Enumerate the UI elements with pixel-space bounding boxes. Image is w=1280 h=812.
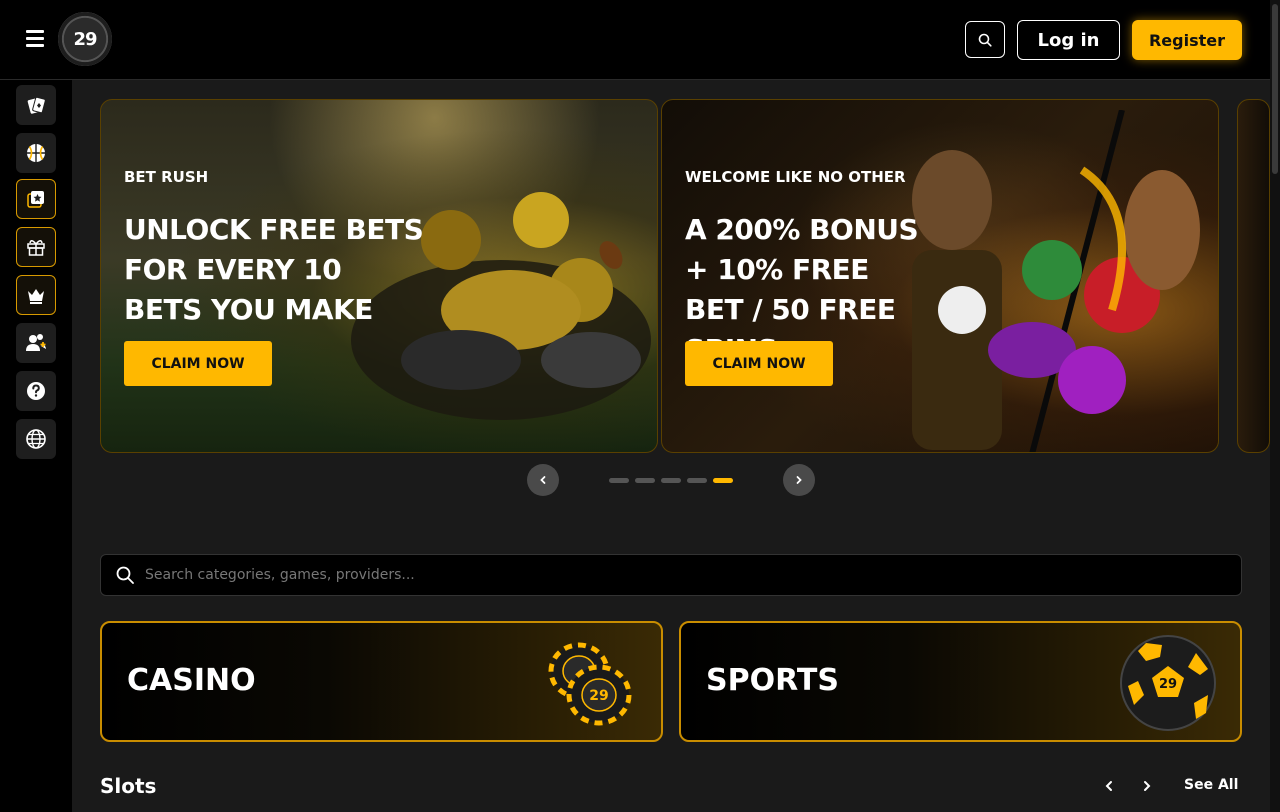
category-card-casino[interactable]: CASINO 29 [100,621,663,742]
scrollbar-thumb[interactable] [1272,4,1278,174]
carousel-prev-button[interactable] [527,464,559,496]
refer-friend-icon [26,334,46,351]
category-label: SPORTS [706,663,839,698]
claim-now-button[interactable]: CLAIM NOW [685,341,833,386]
casino-chips-icon: 29 [548,642,632,726]
sidebar-item-casino[interactable] [16,85,56,125]
carousel-dot[interactable] [635,478,655,483]
game-search-input[interactable] [145,563,1225,587]
carousel-dot[interactable] [609,478,629,483]
banner-eyebrow: WELCOME LIKE NO OTHER [685,168,906,186]
sidebar-item-refer-friend[interactable] [16,323,56,363]
page-scrollbar[interactable] [1270,0,1280,812]
crown-icon [28,289,44,304]
chevron-right-icon [796,476,802,484]
top-header: 29 Log in Register [0,0,1280,80]
sidebar-item-promotions[interactable] [16,227,56,267]
cards-icon [27,96,46,114]
sidebar-item-sports[interactable] [16,133,56,173]
category-label: CASINO [127,663,256,698]
logo-text: 29 [73,28,97,50]
carousel-dot[interactable] [661,478,681,483]
carousel-dot-active[interactable] [713,478,733,483]
help-icon [27,382,45,400]
section-title-slots: Slots [100,774,157,798]
carousel-dot[interactable] [687,478,707,483]
svg-text:29: 29 [1159,677,1177,692]
svg-text:29: 29 [589,688,608,704]
promo-banner-bet-rush[interactable]: BET RUSH UNLOCK FREE BETS FOR EVERY 10 B… [100,99,658,453]
category-card-sports[interactable]: SPORTS 29 [679,621,1242,742]
chevron-right-icon [1144,781,1151,791]
promo-banner-next-peek[interactable] [1237,99,1270,453]
slots-next-button[interactable] [1137,776,1157,796]
claim-now-button[interactable]: CLAIM NOW [124,341,272,386]
chevron-left-icon [1105,781,1112,791]
see-all-link[interactable]: See All [1184,777,1238,793]
basketball-icon [27,144,45,162]
sidebar-item-vip[interactable] [16,275,56,315]
game-search-bar [100,554,1242,596]
sidebar [0,80,72,812]
search-icon [116,566,134,584]
site-logo[interactable]: 29 [58,12,112,66]
carousel-next-button[interactable] [783,464,815,496]
sidebar-item-favourites[interactable] [16,179,56,219]
promo-banner-welcome[interactable]: WELCOME LIKE NO OTHER A 200% BONUS + 10%… [661,99,1219,453]
welcome-bonus-image [912,110,1200,452]
sidebar-item-language[interactable] [16,419,56,459]
star-cards-icon [27,191,44,208]
search-icon [978,33,992,47]
banner-title: UNLOCK FREE BETS FOR EVERY 10 BETS YOU M… [124,213,424,326]
soccer-ball-icon: 29 [1120,635,1216,731]
register-button[interactable]: Register [1132,20,1242,60]
chevron-left-icon [540,476,546,484]
sidebar-item-help[interactable] [16,371,56,411]
gift-icon [27,240,45,256]
login-button[interactable]: Log in [1017,20,1120,60]
globe-icon [26,429,46,449]
menu-icon[interactable] [26,30,46,48]
header-search-button[interactable] [965,21,1005,58]
banner-eyebrow: BET RUSH [124,168,209,186]
slots-prev-button[interactable] [1099,776,1119,796]
